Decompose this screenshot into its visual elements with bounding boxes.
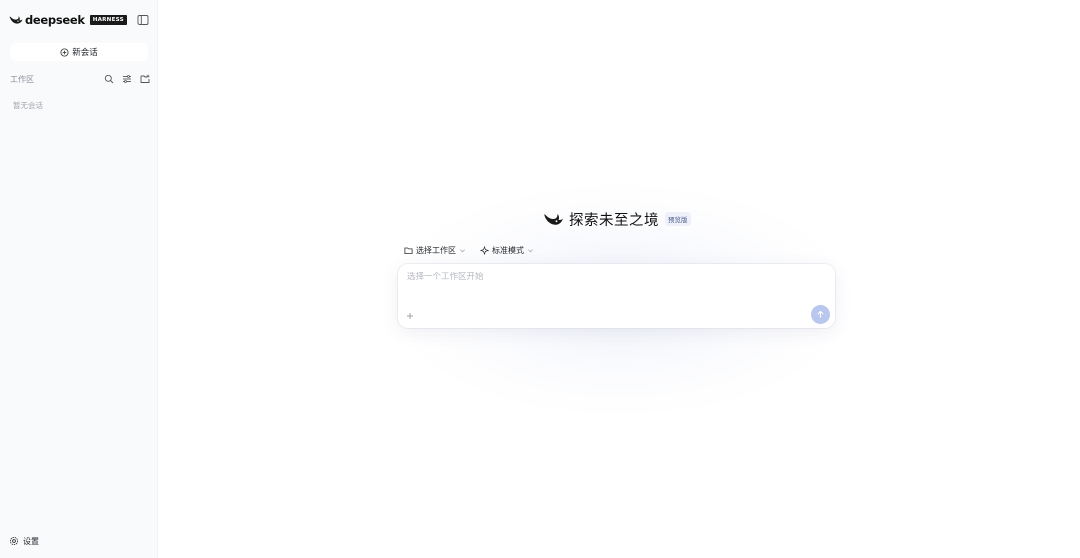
- new-chat-button[interactable]: 新会话: [10, 43, 148, 61]
- brand-name: deepseek: [25, 13, 85, 27]
- brand-badge: HARNESS: [89, 15, 127, 25]
- arrow-up-icon: [817, 310, 824, 318]
- workspace-label: 工作区: [10, 74, 34, 84]
- message-input[interactable]: [407, 272, 807, 282]
- mode-icon: [480, 245, 489, 255]
- chevron-down-icon: [460, 248, 465, 252]
- folder-icon: [404, 247, 413, 254]
- workspace-header: 工作区: [10, 72, 150, 86]
- chevron-down-icon: [528, 248, 533, 252]
- page-title: 探索未至之境: [569, 212, 659, 229]
- brand: deepseek HARNESS: [9, 12, 149, 28]
- sidebar-toggle-icon[interactable]: [137, 14, 149, 26]
- new-chat-label: 新会话: [72, 48, 98, 58]
- mode-select[interactable]: 标准模式: [480, 245, 534, 256]
- send-button[interactable]: [811, 305, 830, 324]
- settings-label: 设置: [23, 536, 39, 546]
- hero-header: 探索未至之境 预览版: [543, 209, 691, 229]
- mode-select-label: 标准模式: [492, 245, 524, 255]
- workspace-select[interactable]: 选择工作区: [404, 245, 466, 256]
- filter-icon[interactable]: [122, 74, 132, 84]
- composer-selectors: 选择工作区 标准模式: [404, 244, 534, 256]
- whale-logo-icon: [544, 213, 563, 225]
- whale-logo-icon: [9, 16, 23, 24]
- empty-conversations-label: 暂无会话: [13, 101, 43, 110]
- search-icon[interactable]: [104, 74, 114, 84]
- workspace-tools: [104, 74, 150, 84]
- settings-button[interactable]: 设置: [9, 534, 39, 548]
- attach-plus-icon[interactable]: [405, 311, 415, 321]
- preview-badge: 预览版: [665, 212, 691, 226]
- message-composer: [398, 264, 835, 328]
- plus-circle-icon: [60, 47, 69, 57]
- workspace-select-label: 选择工作区: [416, 245, 456, 255]
- sidebar: deepseek HARNESS 新会话 工作区 暂无会话 设置: [0, 0, 158, 558]
- gear-icon: [9, 536, 19, 546]
- new-folder-icon[interactable]: [140, 74, 150, 84]
